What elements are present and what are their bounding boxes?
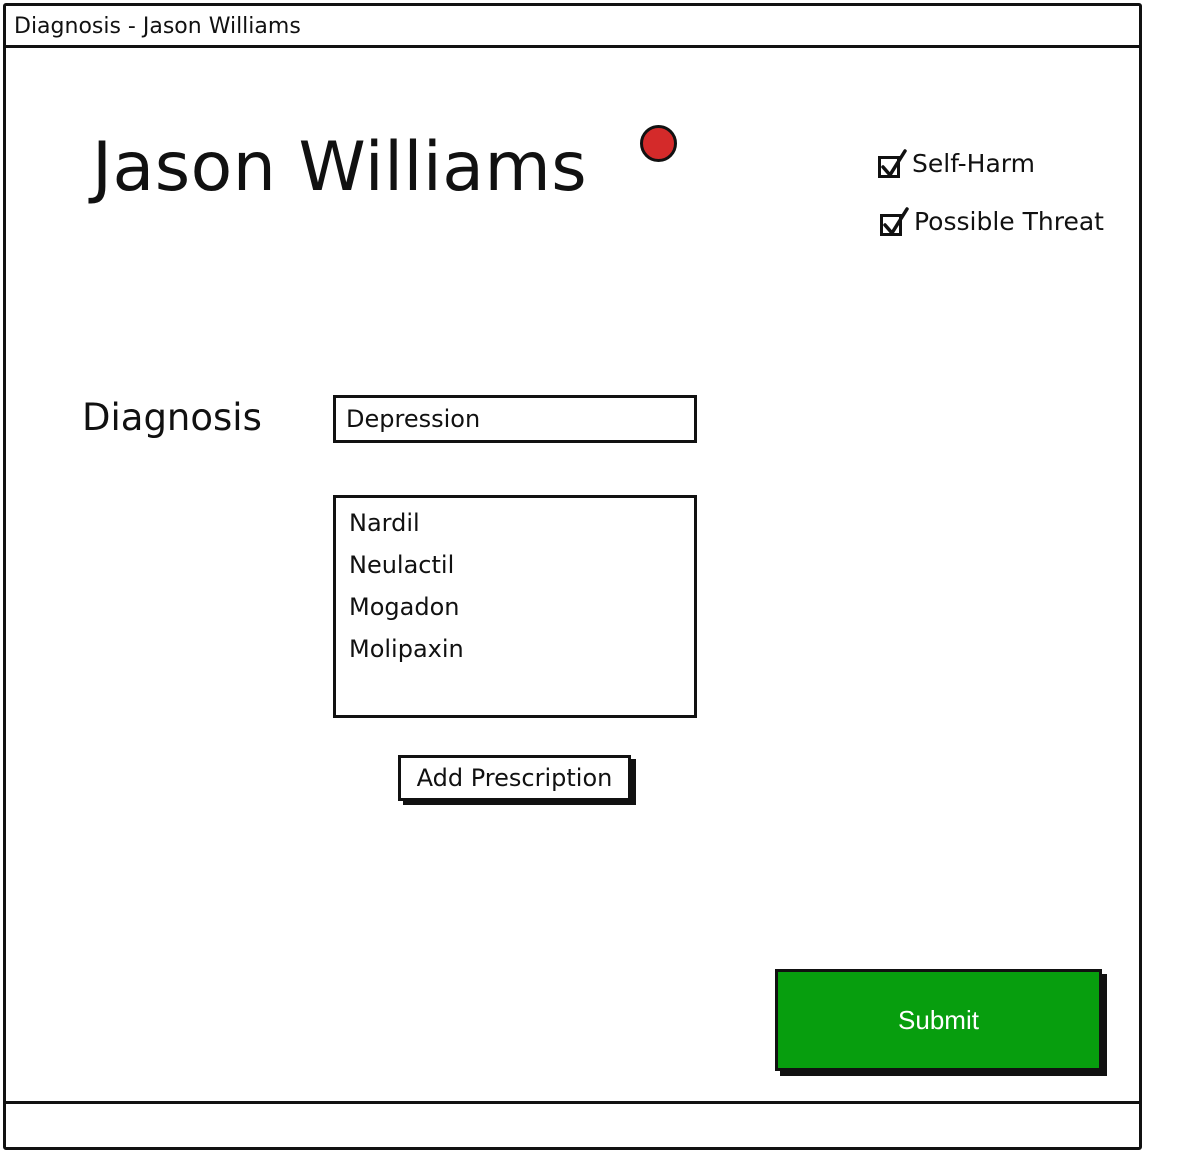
diagnosis-label: Diagnosis: [82, 396, 262, 439]
prescription-item[interactable]: Nardil: [349, 502, 694, 544]
patient-name: Jason Williams: [92, 128, 588, 207]
possible-threat-label: Possible Threat: [914, 206, 1104, 236]
prescription-list[interactable]: Nardil Neulactil Mogadon Molipaxin: [333, 495, 697, 718]
prescription-item[interactable]: Neulactil: [349, 544, 694, 586]
alert-indicator-icon: [640, 125, 677, 162]
self-harm-checkbox[interactable]: [878, 149, 907, 178]
app-window: Diagnosis - Jason Williams Jason William…: [3, 3, 1142, 1150]
possible-threat-checkbox[interactable]: [880, 207, 909, 236]
prescription-item[interactable]: Mogadon: [349, 586, 694, 628]
prescription-item[interactable]: Molipaxin: [349, 628, 694, 670]
window-title: Diagnosis - Jason Williams: [14, 14, 301, 39]
title-bar: Diagnosis - Jason Williams: [6, 6, 1139, 48]
diagnosis-input[interactable]: [333, 395, 697, 443]
status-bar: [6, 1101, 1139, 1147]
self-harm-flag[interactable]: Self-Harm: [878, 148, 1035, 178]
add-prescription-button[interactable]: Add Prescription: [398, 755, 631, 801]
possible-threat-flag[interactable]: Possible Threat: [880, 206, 1104, 236]
submit-button[interactable]: Submit: [775, 969, 1102, 1071]
checkmark-icon: [883, 207, 909, 235]
self-harm-label: Self-Harm: [912, 148, 1035, 178]
checkmark-icon: [881, 149, 907, 177]
